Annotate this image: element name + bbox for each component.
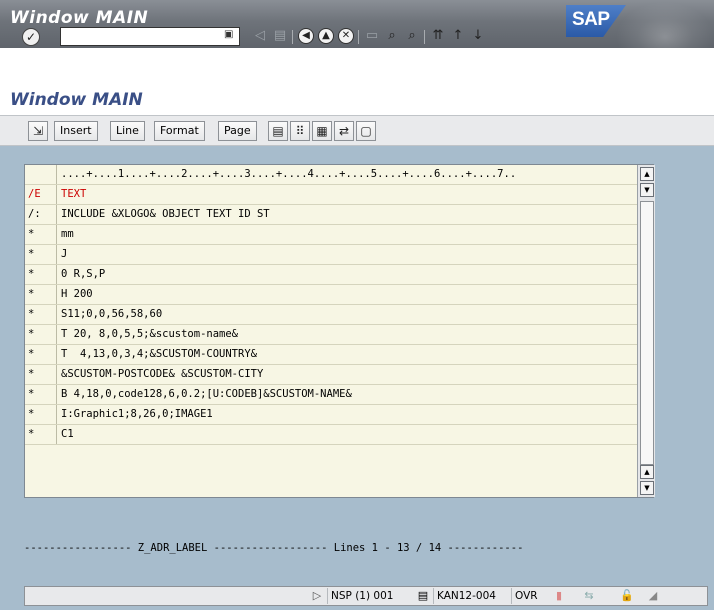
editor-row[interactable]: * &SCUSTOM-POSTCODE& &SCUSTOM-CITY — [25, 365, 637, 385]
move-icon[interactable]: ⇄ — [334, 121, 354, 141]
format-column[interactable]: * — [25, 365, 57, 384]
line-text[interactable]: T 4,13,0,3,4;&SCUSTOM-COUNTRY& — [61, 345, 635, 364]
paste-icon[interactable]: ▤ — [268, 121, 288, 141]
editor-row[interactable]: * B 4,18,0,code128,6,0.2;[U:CODEB]&SCUST… — [25, 385, 637, 405]
scroll-up-icon[interactable]: ▲ — [640, 465, 654, 479]
line-text[interactable]: &SCUSTOM-POSTCODE& &SCUSTOM-CITY — [61, 365, 635, 384]
scroll-up-icon[interactable]: ▲ — [640, 167, 654, 181]
editor-status-line: ----------------- Z_ADR_LABEL ----------… — [24, 542, 524, 554]
command-history-icon[interactable]: ▣ — [224, 29, 233, 40]
cancel-icon[interactable]: ✕ — [338, 28, 354, 44]
line-text[interactable]: 0 R,S,P — [61, 265, 635, 284]
status-expand-icon[interactable]: ▷ — [309, 588, 325, 604]
first-page-icon[interactable]: ⇈ — [430, 28, 446, 44]
system-info[interactable]: NSP (1) 001 — [327, 588, 396, 604]
format-column[interactable]: /E — [25, 185, 57, 204]
editor-row[interactable]: * 0 R,S,P — [25, 265, 637, 285]
insert-button[interactable]: Insert — [54, 121, 98, 141]
scroll-down-icon[interactable]: ▼ — [640, 481, 654, 495]
toolbar-separator — [424, 30, 425, 44]
insert-mode[interactable]: OVR — [511, 588, 541, 604]
check-icon[interactable]: ✓ — [22, 28, 40, 46]
save-icon[interactable]: ▤ — [272, 28, 288, 44]
editor-row[interactable]: * I:Graphic1;8,26,0;IMAGE1 — [25, 405, 637, 425]
editor-row[interactable]: /: INCLUDE &XLOGO& OBJECT TEXT ID ST — [25, 205, 637, 225]
scroll-thumb[interactable] — [640, 201, 654, 465]
toolbar-separator — [358, 30, 359, 44]
format-column[interactable]: * — [25, 345, 57, 364]
editor-row[interactable]: * T 4,13,0,3,4;&SCUSTOM-COUNTRY& — [25, 345, 637, 365]
line-text[interactable]: S11;0,0,56,58,60 — [61, 305, 635, 324]
graphics-icon[interactable]: ▦ — [312, 121, 332, 141]
server-info: KAN12-004 — [433, 588, 499, 604]
toolbar-separator — [292, 30, 293, 44]
page-button[interactable]: Page — [218, 121, 257, 141]
vertical-scrollbar[interactable]: ▲ ▼ ▲ ▼ — [637, 165, 655, 497]
ruler-text: ....+....1....+....2....+....3....+....4… — [61, 168, 517, 180]
scroll-down-icon[interactable]: ▼ — [640, 183, 654, 197]
line-text[interactable]: B 4,18,0,code128,6,0.2;[U:CODEB]&SCUSTOM… — [61, 385, 635, 404]
resize-grip-icon[interactable]: ◢ — [645, 588, 661, 604]
line-text[interactable]: mm — [61, 225, 635, 244]
exit-icon[interactable]: ▲ — [318, 28, 334, 44]
format-column[interactable]: * — [25, 425, 57, 444]
find-icon[interactable]: ⌕ — [384, 28, 400, 44]
command-field[interactable] — [60, 27, 240, 46]
format-column[interactable]: * — [25, 305, 57, 324]
main-area: ....+....1....+....2....+....3....+....4… — [0, 146, 714, 580]
print-icon[interactable]: ▭ — [364, 28, 380, 44]
format-column[interactable]: * — [25, 325, 57, 344]
windows-icon[interactable]: ⠿ — [290, 121, 310, 141]
back-icon[interactable]: ◀ — [298, 28, 314, 44]
line-text[interactable]: H 200 — [61, 285, 635, 304]
status-bar: ▷ NSP (1) 001 ▤ KAN12-004 OVR ▮ ⇆ 🔓 ◢ — [0, 580, 714, 610]
choose-icon[interactable]: ⇲ — [28, 121, 48, 141]
line-text[interactable]: J — [61, 245, 635, 264]
line-text[interactable]: C1 — [61, 425, 635, 444]
application-toolbar: ⇲ Insert Line Format Page ▤ ⠿ ▦ ⇄ ▢ — [0, 116, 714, 146]
editor-row[interactable]: * mm — [25, 225, 637, 245]
editor-row[interactable]: * T 20, 8,0,5,5;&scustom-name& — [25, 325, 637, 345]
editor-row[interactable]: * C1 — [25, 425, 637, 445]
comment-icon[interactable]: ▢ — [356, 121, 376, 141]
lock-icon[interactable]: 🔓 — [619, 588, 635, 604]
find-next-icon[interactable]: ⌕ — [404, 28, 420, 44]
format-column[interactable]: * — [25, 385, 57, 404]
prev-page-icon[interactable]: ↑ — [450, 28, 466, 44]
format-column[interactable]: /: — [25, 205, 57, 224]
next-page-icon[interactable]: ↓ — [470, 28, 486, 44]
editor-row[interactable]: * S11;0,0,56,58,60 — [25, 305, 637, 325]
ruler-format-cell — [25, 165, 57, 184]
screen-title: Window MAIN — [10, 90, 143, 110]
format-column[interactable]: * — [25, 265, 57, 284]
line-text[interactable]: T 20, 8,0,5,5;&scustom-name& — [61, 325, 635, 344]
format-column[interactable]: * — [25, 245, 57, 264]
format-column[interactable]: * — [25, 225, 57, 244]
format-column[interactable]: * — [25, 405, 57, 424]
back-arrow-icon[interactable]: ◁ — [252, 28, 268, 44]
transfer-icon[interactable]: ⇆ — [581, 588, 597, 604]
ruler-row: ....+....1....+....2....+....3....+....4… — [25, 165, 637, 185]
line-text[interactable]: I:Graphic1;8,26,0;IMAGE1 — [61, 405, 635, 424]
status-bar-panel: ▷ NSP (1) 001 ▤ KAN12-004 OVR ▮ ⇆ 🔓 ◢ — [24, 586, 708, 606]
editor-row[interactable]: * H 200 — [25, 285, 637, 305]
text-editor[interactable]: ....+....1....+....2....+....3....+....4… — [24, 164, 655, 498]
editor-row[interactable]: /E TEXT — [25, 185, 637, 205]
server-list-icon[interactable]: ▤ — [415, 588, 431, 604]
system-toolbar: ✓ ▣ ◁ ▤ ◀ ▲ ✕ ▭ ⌕ ⌕ ⇈ ↑ ↓ — [0, 24, 714, 48]
screen-title-bar: Window MAIN — [0, 84, 714, 116]
editor-row[interactable]: * J — [25, 245, 637, 265]
line-text[interactable]: TEXT — [61, 185, 635, 204]
trace-icon[interactable]: ▮ — [551, 588, 567, 604]
line-button[interactable]: Line — [110, 121, 145, 141]
line-text[interactable]: INCLUDE &XLOGO& OBJECT TEXT ID ST — [61, 205, 635, 224]
format-column[interactable]: * — [25, 285, 57, 304]
format-button[interactable]: Format — [154, 121, 205, 141]
